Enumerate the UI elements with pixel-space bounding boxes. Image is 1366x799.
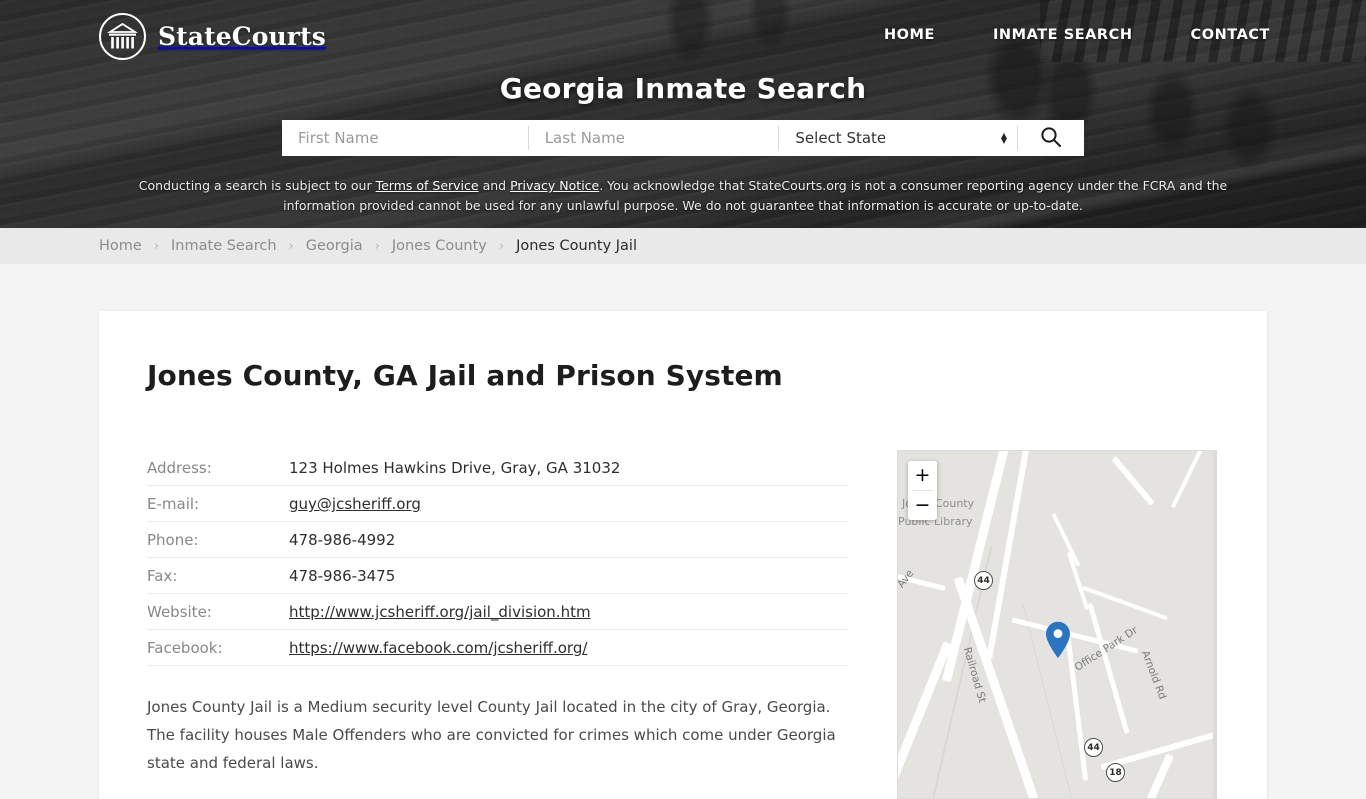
privacy-notice-link[interactable]: Privacy Notice xyxy=(510,178,599,193)
breadcrumb-separator-icon: › xyxy=(288,238,294,254)
map-pin-marker-icon[interactable] xyxy=(1044,621,1072,659)
search-submit-button[interactable] xyxy=(1018,120,1084,156)
search-disclaimer: Conducting a search is subject to our Te… xyxy=(0,176,1366,216)
map-edge-strip xyxy=(1213,451,1216,798)
breadcrumb-separator-icon: › xyxy=(153,238,160,254)
table-row: Facebook: https://www.facebook.com/jcshe… xyxy=(147,629,849,666)
map-road xyxy=(1170,451,1206,509)
breadcrumb-item-jones-county[interactable]: Jones County xyxy=(392,238,487,254)
page-title: Georgia Inmate Search xyxy=(499,72,867,105)
last-name-input[interactable] xyxy=(528,120,779,156)
breadcrumb-item-georgia[interactable]: Georgia xyxy=(306,238,363,254)
facility-info-table: Address: 123 Holmes Hawkins Drive, Gray,… xyxy=(147,450,849,666)
breadcrumb-item-inmate-search[interactable]: Inmate Search xyxy=(171,238,277,254)
row-label: Facebook: xyxy=(147,629,289,666)
table-row: Address: 123 Holmes Hawkins Drive, Gray,… xyxy=(147,450,849,486)
disclaimer-text-2: and xyxy=(478,178,511,193)
row-label: Address: xyxy=(147,450,289,486)
map-label-street: Arnold Rd xyxy=(1138,648,1169,702)
route-shield-icon: 18 xyxy=(1106,763,1125,782)
website-link[interactable]: http://www.jcsheriff.org/jail_division.h… xyxy=(289,603,591,621)
site-header: StateCourts HOME INMATE SEARCH CONTACT G… xyxy=(0,0,1366,228)
table-row: E-mail: guy@jcsheriff.org xyxy=(147,485,849,522)
brand-logo-link[interactable]: StateCourts xyxy=(99,13,326,60)
terms-of-service-link[interactable]: Terms of Service xyxy=(376,178,479,193)
email-link[interactable]: guy@jcsheriff.org xyxy=(289,495,421,513)
breadcrumb-separator-icon: › xyxy=(498,238,505,254)
facility-title: Jones County, GA Jail and Prison System xyxy=(147,359,783,392)
map-zoom-in-button[interactable]: + xyxy=(908,461,937,490)
breadcrumb-separator-icon: › xyxy=(374,238,380,254)
map-road xyxy=(1051,513,1081,567)
facility-info-column: Address: 123 Holmes Hawkins Drive, Gray,… xyxy=(147,450,849,799)
location-map[interactable]: Jones County Public Library Ave Railroad… xyxy=(897,450,1217,799)
breadcrumb-item-current: Jones County Jail xyxy=(516,238,637,254)
facility-detail-card: Jones County, GA Jail and Prison System … xyxy=(99,311,1267,799)
row-value-facebook: https://www.facebook.com/jcsheriff.org/ xyxy=(289,629,849,666)
row-value-email: guy@jcsheriff.org xyxy=(289,485,849,522)
magnifier-icon xyxy=(1039,125,1063,152)
table-row: Fax: 478-986-3475 xyxy=(147,557,849,594)
inmate-search-form: Select State ▲▼ xyxy=(282,120,1084,156)
state-select[interactable]: Select State xyxy=(779,120,1018,156)
table-row: Website: http://www.jcsheriff.org/jail_d… xyxy=(147,593,849,630)
map-road xyxy=(898,641,953,798)
row-label: E-mail: xyxy=(147,485,289,522)
nav-item-home[interactable]: HOME xyxy=(884,27,935,43)
nav-item-inmate-search[interactable]: INMATE SEARCH xyxy=(993,27,1133,43)
row-value-address: 123 Holmes Hawkins Drive, Gray, GA 31032 xyxy=(289,450,849,486)
route-shield-icon: 44 xyxy=(974,571,993,590)
disclaimer-text-1: Conducting a search is subject to our xyxy=(138,178,376,193)
state-select-wrapper: Select State ▲ ▼ xyxy=(779,120,1018,156)
map-zoom-controls: + − xyxy=(908,461,937,520)
map-zoom-out-button[interactable]: − xyxy=(908,491,937,520)
row-label: Fax: xyxy=(147,557,289,594)
nav-item-contact[interactable]: CONTACT xyxy=(1191,27,1270,43)
brand-name: StateCourts xyxy=(158,22,326,51)
facility-description: Jones County Jail is a Medium security l… xyxy=(147,698,836,772)
facebook-link[interactable]: https://www.facebook.com/jcsheriff.org/ xyxy=(289,639,587,657)
breadcrumb: Home › Inmate Search › Georgia › Jones C… xyxy=(0,228,1366,264)
map-road xyxy=(1111,456,1155,506)
table-row: Phone: 478-986-4992 xyxy=(147,521,849,558)
first-name-input[interactable] xyxy=(282,120,528,156)
row-label: Phone: xyxy=(147,521,289,558)
primary-navigation: HOME INMATE SEARCH CONTACT xyxy=(884,27,1270,43)
row-label: Website: xyxy=(147,593,289,630)
row-value-fax: 478-986-3475 xyxy=(289,557,849,594)
route-shield-icon: 44 xyxy=(1084,738,1103,757)
breadcrumb-item-home[interactable]: Home xyxy=(99,238,142,254)
courthouse-circle-logo-icon xyxy=(99,13,146,60)
row-value-website: http://www.jcsheriff.org/jail_division.h… xyxy=(289,593,849,630)
row-value-phone: 478-986-4992 xyxy=(289,521,849,558)
map-road xyxy=(1087,602,1130,735)
